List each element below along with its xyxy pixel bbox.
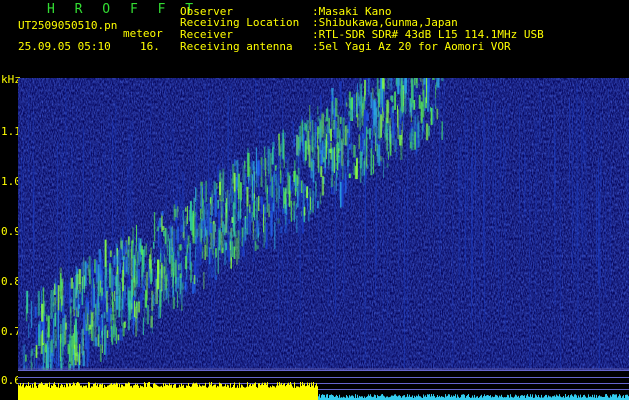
- type-label: meteor: [123, 27, 163, 40]
- field-label-receiver: Receiver: [180, 28, 233, 41]
- spectrogram-canvas: [18, 78, 629, 370]
- date-time: 25.09.05 05:10: [18, 40, 111, 53]
- field-value-location: :Shibukawa,Gunma,Japan: [312, 16, 458, 29]
- app-title: H R O F F T: [47, 2, 200, 17]
- spectrogram: [18, 78, 629, 370]
- index-number: 16.: [140, 40, 160, 53]
- field-label-location: Receiving Location: [180, 16, 300, 29]
- signal-level-graph: [18, 370, 629, 400]
- signal-level-strip: [18, 370, 629, 400]
- file-name: UT2509050510.pn: [18, 19, 118, 32]
- header-panel: H R O F F T UT2509050510.pn meteor 25.09…: [0, 0, 629, 78]
- field-label-antenna: Receiving antenna: [180, 40, 293, 53]
- field-value-antenna: :5el Yagi Az 20 for Aomori VOR: [312, 40, 511, 53]
- field-value-receiver: :RTL-SDR SDR# 43dB L15 114.1MHz USB: [312, 28, 544, 41]
